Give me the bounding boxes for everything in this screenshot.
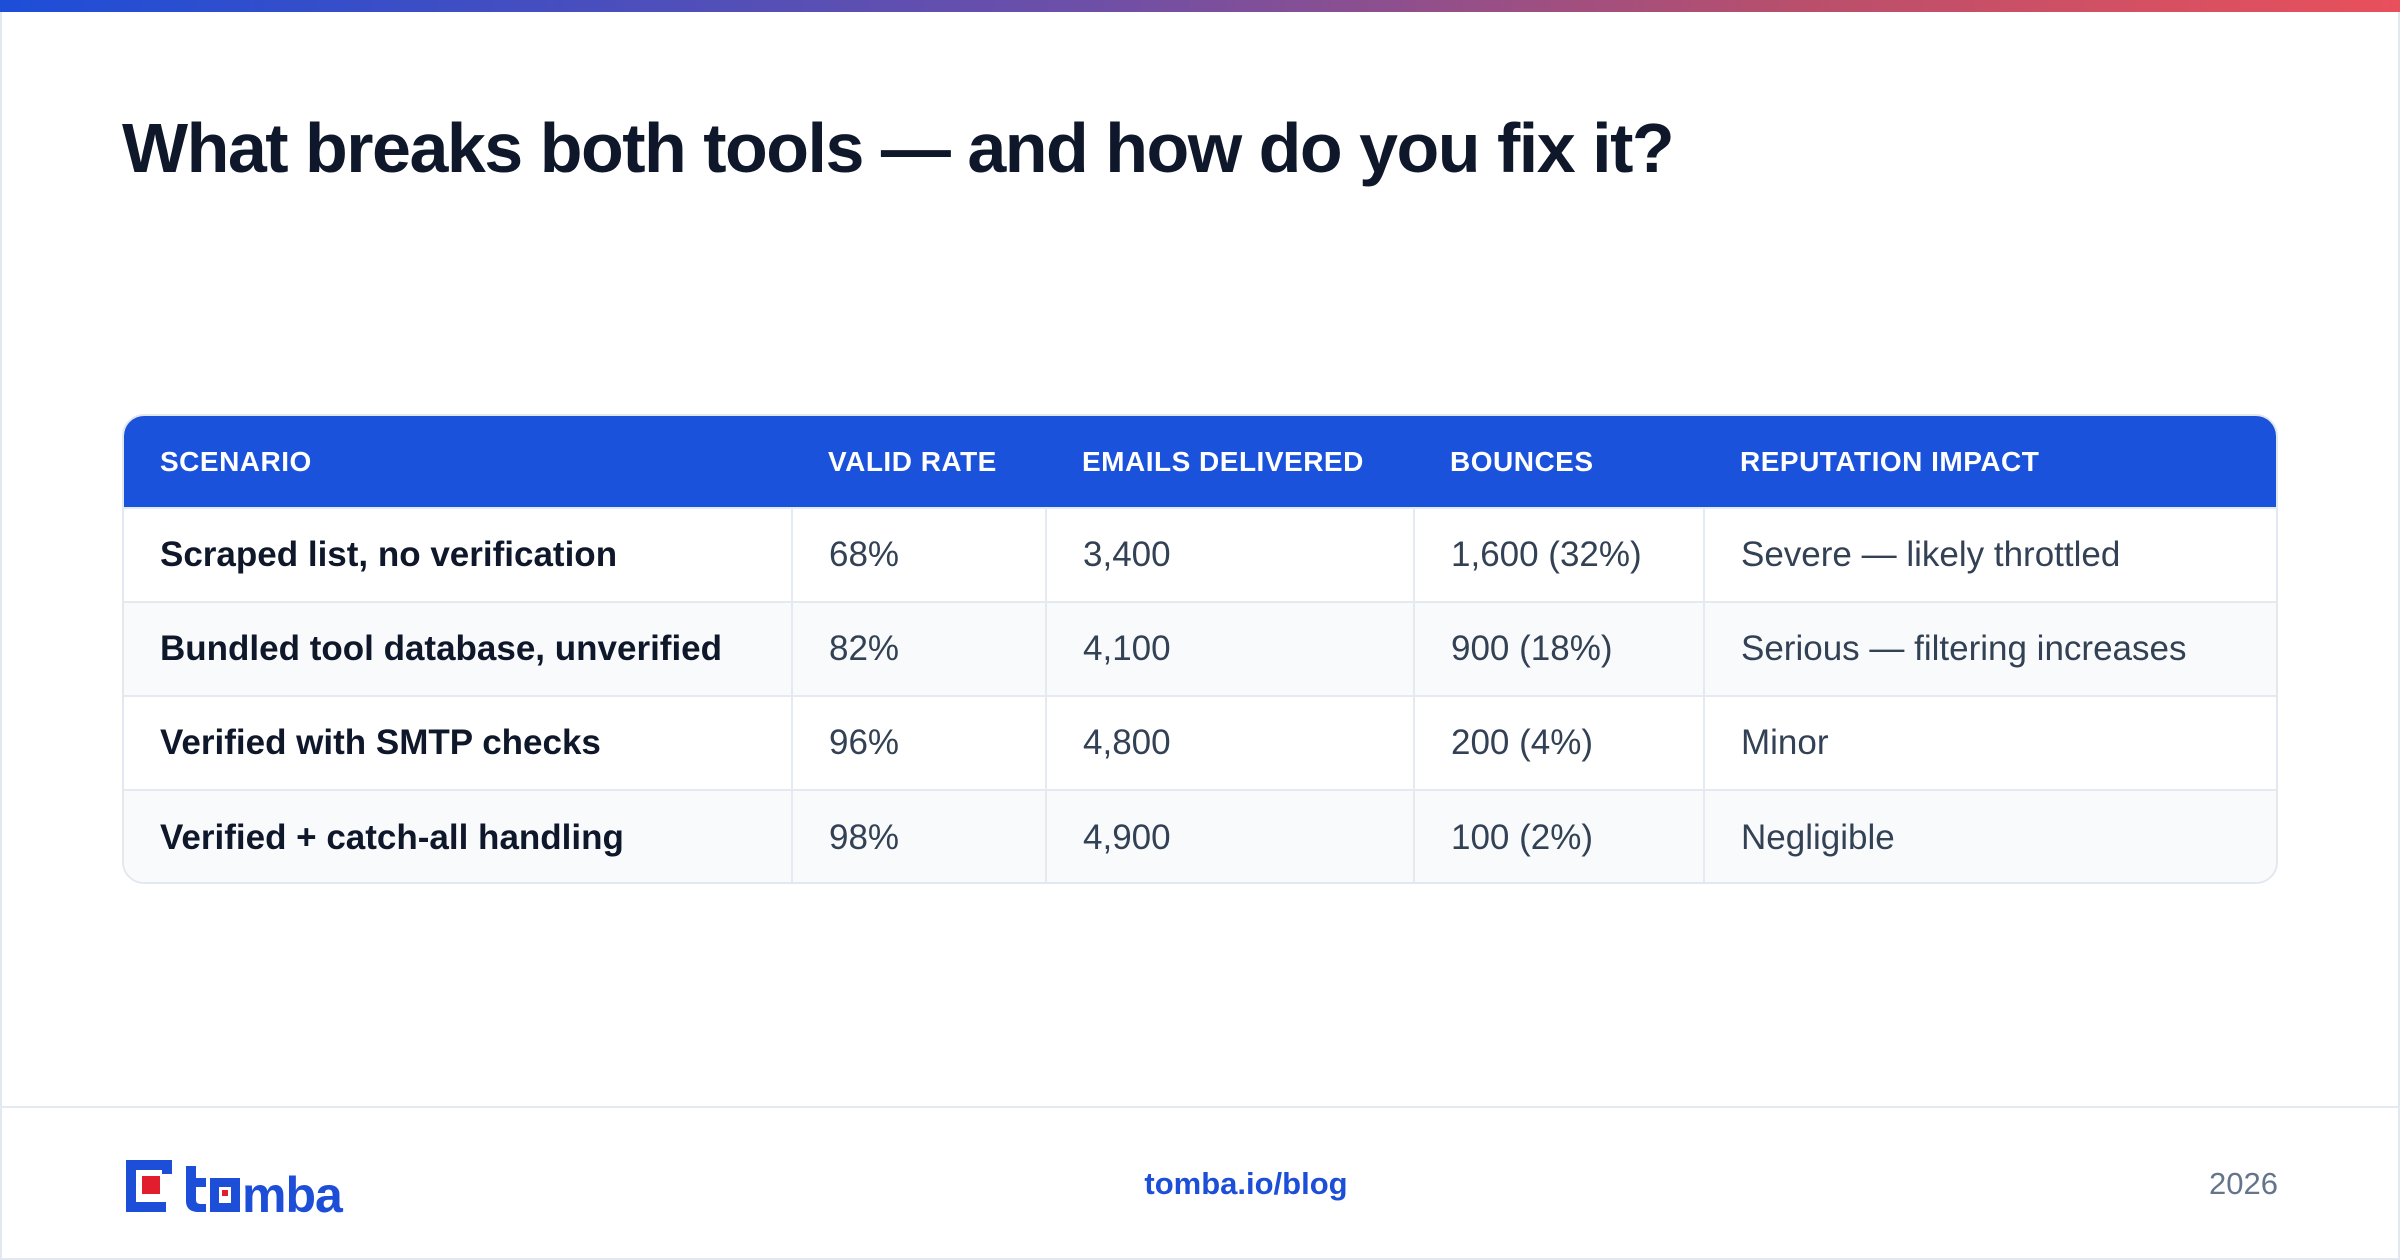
brand-wordmark: tomba — [122, 1156, 125, 1157]
header-reputation-impact: REPUTATION IMPACT — [1740, 445, 2040, 477]
table-header-row: SCENARIO VALID RATE EMAILS DELIVERED BOU… — [124, 416, 2276, 508]
table-row: Bundled tool database, unverified 82% 4,… — [124, 602, 2276, 696]
table-row: Verified + catch-all handling 98% 4,900 … — [124, 790, 2276, 882]
cell-bounces: 900 (18%) — [1413, 602, 1704, 696]
footer-year: 2026 — [2209, 1166, 2278, 1201]
header-scenario: SCENARIO — [160, 445, 312, 477]
cell-valid-rate: 68% — [791, 508, 1046, 602]
header-emails-delivered: EMAILS DELIVERED — [1082, 445, 1364, 477]
cell-scenario: Verified with SMTP checks — [160, 723, 601, 762]
gradient-top-bar — [0, 0, 2400, 12]
cell-reputation-impact: Minor — [1703, 696, 2276, 790]
blog-link[interactable]: tomba.io/blog — [1144, 1166, 1347, 1202]
footer-divider — [0, 1106, 2400, 1108]
cell-scenario: Scraped list, no verification — [160, 535, 618, 574]
cell-emails-delivered: 4,100 — [1045, 602, 1414, 696]
cell-emails-delivered: 4,800 — [1045, 696, 1414, 790]
cell-scenario: Bundled tool database, unverified — [160, 629, 723, 668]
cell-reputation-impact: Serious — filtering increases — [1703, 602, 2276, 696]
header-valid-rate: VALID RATE — [828, 445, 997, 477]
page-title: What breaks both tools — and how do you … — [122, 109, 1675, 187]
table-row: Verified with SMTP checks 96% 4,800 200 … — [124, 696, 2276, 790]
cell-emails-delivered: 3,400 — [1045, 508, 1414, 602]
cell-bounces: 200 (4%) — [1413, 696, 1704, 790]
cell-reputation-impact: Negligible — [1703, 790, 2276, 882]
cell-scenario: Verified + catch-all handling — [160, 817, 624, 857]
cell-valid-rate: 82% — [791, 602, 1046, 696]
cell-reputation-impact: Severe — likely throttled — [1703, 508, 2276, 602]
cell-emails-delivered: 4,900 — [1045, 790, 1414, 882]
cell-bounces: 100 (2%) — [1413, 790, 1704, 882]
cell-bounces: 1,600 (32%) — [1413, 508, 1704, 602]
comparison-table: SCENARIO VALID RATE EMAILS DELIVERED BOU… — [122, 414, 2278, 884]
cell-valid-rate: 96% — [791, 696, 1046, 790]
cell-valid-rate: 98% — [791, 790, 1046, 882]
header-bounces: BOUNCES — [1450, 445, 1594, 477]
table-row: Scraped list, no verification 68% 3,400 … — [124, 508, 2276, 602]
